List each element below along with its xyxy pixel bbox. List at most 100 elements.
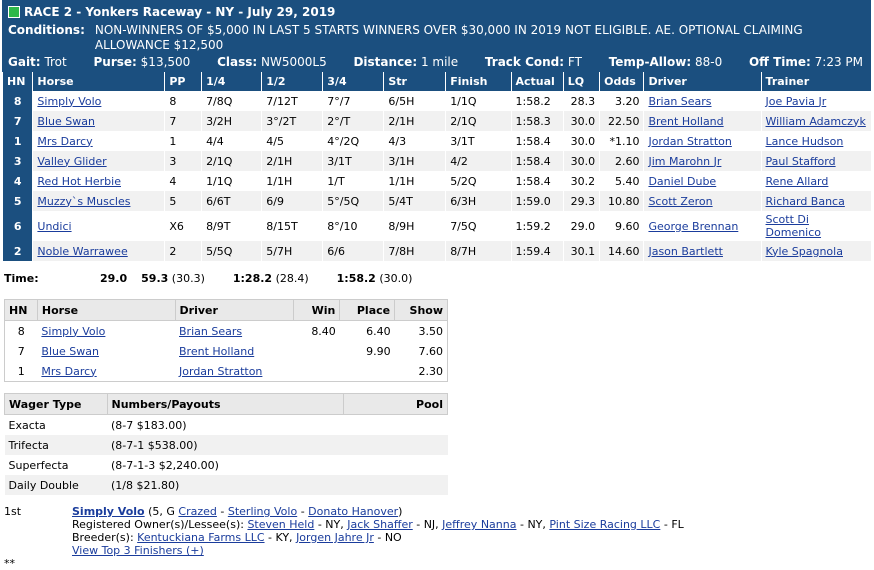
results-cell-q2: 7/12T	[261, 91, 323, 111]
payout-cell-place: 9.90	[340, 341, 395, 361]
driver-link[interactable]: Daniel Dube	[648, 175, 716, 188]
results-cell-q3: 1/T	[322, 171, 384, 191]
driver-link[interactable]: Brian Sears	[648, 95, 711, 108]
results-value-q3: 3/1T	[327, 154, 352, 168]
owner-link[interactable]: Pint Size Racing LLC	[549, 518, 660, 531]
results-cell-driver: Daniel Dube	[643, 171, 762, 191]
horse-link[interactable]: Simply Volo	[37, 95, 101, 108]
driver-link[interactable]: Brent Holland	[179, 345, 254, 358]
results-cell-lq: 29.3	[562, 191, 600, 211]
race-checkbox-icon[interactable]	[8, 6, 20, 18]
results-value-q1: 5/5Q	[206, 244, 233, 258]
results-cell-hn: 6	[1, 211, 33, 241]
wager-value-type: Superfecta	[8, 458, 69, 472]
horse-link[interactable]: Undici	[37, 220, 71, 233]
class-label: Class:	[217, 55, 258, 69]
owner-link[interactable]: Jeffrey Nanna	[442, 518, 516, 531]
horse-link[interactable]: Valley Glider	[37, 155, 106, 168]
payout-cell-show: 3.50	[395, 321, 448, 342]
horse-link[interactable]: Mrs Darcy	[37, 135, 92, 148]
results-cell-pp: X6	[164, 211, 202, 241]
breeder-link[interactable]: Kentuckiana Farms LLC	[137, 531, 264, 544]
time-final-split: (30.0)	[379, 272, 413, 285]
payout-cell-driver: Brian Sears	[175, 321, 293, 342]
results-cell-q1: 5/5Q	[201, 241, 262, 261]
view-top-finishers-link[interactable]: View Top 3 Finishers (+)	[72, 544, 204, 557]
payout-value-hn: 8	[17, 324, 25, 338]
owner-location: - NY,	[317, 518, 344, 531]
results-value-lq: 30.2	[570, 174, 596, 188]
results-cell-pp: 5	[164, 191, 202, 211]
results-cell-fin: 7/5Q	[445, 211, 511, 241]
driver-link[interactable]: Brent Holland	[648, 115, 723, 128]
results-value-pp: 2	[169, 244, 177, 258]
time-quarter: 29.0	[100, 272, 128, 285]
finish-place: 1st	[4, 505, 22, 518]
results-cell-odds: 9.60	[599, 211, 644, 241]
payout-value-hn: 1	[17, 364, 25, 378]
trainer-link[interactable]: Richard Banca	[766, 195, 845, 208]
race-title: RACE 2 - Yonkers Raceway - NY - July 29,…	[24, 5, 336, 19]
owner-link[interactable]: Jack Shaffer	[347, 518, 412, 531]
wager-cell-pool	[343, 475, 448, 495]
results-value-q2: 5/7H	[266, 244, 293, 258]
results-value-q2: 1/1H	[266, 174, 293, 188]
off-time-label: Off Time:	[748, 55, 811, 69]
horse-link[interactable]: Muzzy`s Muscles	[37, 195, 130, 208]
trainer-link[interactable]: Lance Hudson	[766, 135, 844, 148]
results-value-actual: 1:58.3	[515, 114, 551, 128]
owner-link[interactable]: Steven Held	[247, 518, 314, 531]
results-cell-q1: 8/9T	[201, 211, 262, 241]
horse-link[interactable]: Blue Swan	[41, 345, 99, 358]
driver-link[interactable]: Jim Marohn Jr	[648, 155, 721, 168]
payouts-col-header: Driver	[175, 299, 294, 321]
results-cell-trainer: Lance Hudson	[760, 131, 871, 151]
trainer-link[interactable]: Joe Pavia Jr	[766, 95, 827, 108]
wager-value-type: Exacta	[8, 418, 46, 432]
driver-link[interactable]: George Brennan	[648, 220, 738, 233]
driver-link[interactable]: Jason Bartlett	[648, 245, 723, 258]
horse-link[interactable]: Simply Volo	[41, 325, 105, 338]
payout-row: 7 Blue Swan Brent Holland 9.90 7.60	[5, 341, 448, 361]
conditions-label: Conditions:	[8, 23, 85, 37]
track-label: Track Cond:	[484, 55, 565, 69]
damsire-link[interactable]: Donato Hanover	[308, 505, 398, 518]
breeder-link[interactable]: Jorgen Jahre Jr	[296, 531, 374, 544]
horse-link[interactable]: Noble Warrawee	[37, 245, 127, 258]
sire-link[interactable]: Crazed	[178, 505, 216, 518]
results-value-fin: 7/5Q	[450, 219, 477, 233]
results-cell-q1: 6/6T	[201, 191, 262, 211]
trainer-link[interactable]: Kyle Spagnola	[766, 245, 843, 258]
results-cell-trainer: Scott Di Domenico	[760, 211, 871, 241]
footnote-stars: **	[4, 557, 15, 570]
trainer-link[interactable]: Scott Di Domenico	[766, 213, 822, 239]
horse-link[interactable]: Mrs Darcy	[41, 365, 96, 378]
results-cell-driver: Scott Zeron	[643, 191, 762, 211]
driver-link[interactable]: Brian Sears	[179, 325, 242, 338]
results-col-header: Actual	[510, 72, 564, 91]
results-cell-horse: Undici	[32, 211, 165, 241]
horse-link[interactable]: Red Hot Herbie	[37, 175, 121, 188]
payout-value-hn: 7	[17, 344, 25, 358]
payouts-col-header: Place	[339, 299, 396, 321]
results-cell-hn: 5	[1, 191, 33, 211]
driver-link[interactable]: Scott Zeron	[648, 195, 712, 208]
trainer-link[interactable]: Rene Allard	[766, 175, 829, 188]
results-value-actual: 1:58.4	[515, 174, 551, 188]
results-value-pp: X6	[169, 219, 184, 233]
wagers-col-header: Wager Type	[4, 393, 108, 415]
results-cell-fin: 6/3H	[445, 191, 511, 211]
dam-link[interactable]: Sterling Volo	[228, 505, 297, 518]
race-header: RACE 2 - Yonkers Raceway - NY - July 29,…	[2, 0, 871, 72]
trainer-link[interactable]: William Adamczyk	[766, 115, 866, 128]
winner-horse-link[interactable]: Simply Volo	[72, 505, 145, 518]
driver-link[interactable]: Jordan Stratton	[648, 135, 731, 148]
horse-link[interactable]: Blue Swan	[37, 115, 95, 128]
driver-link[interactable]: Jordan Stratton	[179, 365, 262, 378]
results-cell-actual: 1:58.2	[510, 91, 564, 111]
results-cell-lq: 30.1	[562, 241, 600, 261]
trainer-link[interactable]: Paul Stafford	[766, 155, 836, 168]
results-value-str: 2/1H	[388, 114, 415, 128]
results-cell-q3: 4°/2Q	[322, 131, 384, 151]
results-cell-q2: 1/1H	[261, 171, 323, 191]
